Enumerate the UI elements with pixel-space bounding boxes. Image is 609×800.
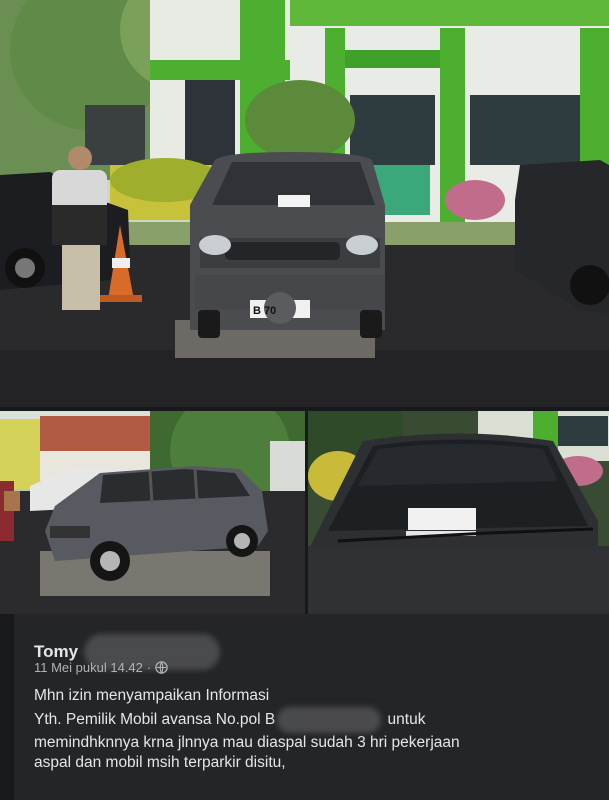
globe-icon[interactable] <box>155 661 168 675</box>
post-timestamp[interactable]: 11 Mei pukul 14.42 <box>34 660 143 675</box>
meta-separator: · <box>146 660 152 675</box>
license-plate-text: B 70 <box>253 305 276 317</box>
post-line-2: Yth. Pemilik Mobil avansa No.pol B untuk <box>34 706 594 733</box>
post-line-1: Mhn izin menyampaikan Informasi <box>34 687 270 704</box>
facebook-post: Tomy 11 Mei pukul 14.42 · Mhn izin menya… <box>14 614 609 800</box>
author-name[interactable]: Tomy <box>34 642 78 662</box>
post-meta: 11 Mei pukul 14.42 · <box>34 660 168 675</box>
post-line-2-tail: untuk <box>387 710 426 728</box>
photo-windshield-notice[interactable] <box>308 411 609 614</box>
post-line-2-text: Yth. Pemilik Mobil avansa No.pol <box>34 710 261 728</box>
post-line-3: memindhknnya krna jlnnya mau diaspal sud… <box>34 733 460 751</box>
post-body: Mhn izin menyampaikan Informasi Yth. Pem… <box>34 686 594 774</box>
redacted-plate-blur <box>277 706 382 733</box>
post-line-4: aspal dan mobil msih terparkir disitu, <box>34 754 286 771</box>
photo-parked-car-side[interactable] <box>0 411 305 614</box>
plate-prefix: B <box>264 710 276 728</box>
photo-parked-car-front[interactable]: B 70 <box>0 0 609 407</box>
